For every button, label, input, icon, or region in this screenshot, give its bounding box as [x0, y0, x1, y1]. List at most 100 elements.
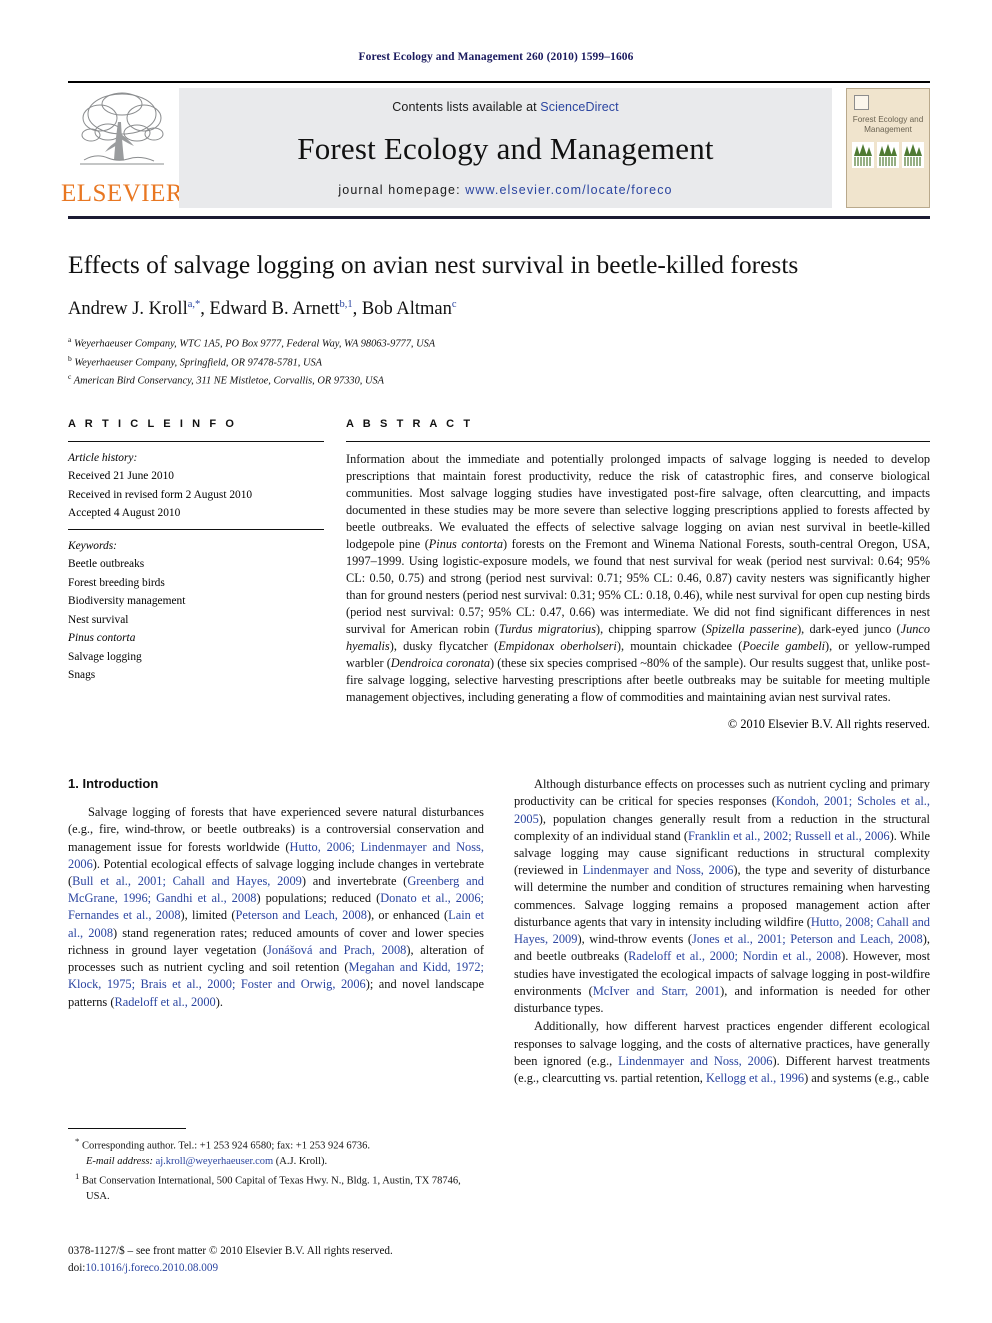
intro-paragraph-right-1: Although disturbance effects on processe… [514, 777, 931, 1016]
contents-prefix: Contents lists available at [392, 100, 537, 114]
affiliation-list: a Weyerhaeuser Company, WTC 1A5, PO Box … [68, 334, 930, 390]
author-name: Bob Altman [361, 299, 452, 320]
footnote-corresponding-author: * Corresponding author. Tel.: +1 253 924… [68, 1135, 468, 1170]
abstract-column: A B S T R A C T Information about the im… [346, 418, 930, 732]
affiliation-text: Weyerhaeuser Company, WTC 1A5, PO Box 97… [73, 338, 436, 350]
article-info-heading: A R T I C L E I N F O [68, 417, 237, 430]
author-name: Andrew J. Kroll [68, 299, 188, 320]
doi-line: doi:10.1016/j.foreco.2010.08.009 [68, 1260, 393, 1277]
introduction-heading: 1. Introduction [68, 776, 159, 792]
author-name: Edward B. Arnett [209, 299, 340, 320]
author-list: Andrew J. Krolla,*, Edward B. Arnettb,1,… [68, 299, 930, 320]
article-history-group: Article history: Received 21 June 2010 R… [68, 442, 324, 529]
body-column-right: Although disturbance effects on processe… [514, 776, 930, 1088]
citation-link[interactable]: Jonášová and Prach, 2008 [267, 943, 406, 957]
elsevier-tree-icon [80, 92, 164, 165]
keyword-item: Biodiversity management [68, 595, 186, 608]
citation-link[interactable]: Lindenmayer and Noss, 2006 [583, 863, 734, 877]
sciencedirect-link[interactable]: ScienceDirect [540, 100, 618, 114]
affiliation-item: c American Bird Conservancy, 311 NE Mist… [68, 371, 930, 390]
footnote-block: * Corresponding author. Tel.: +1 253 924… [68, 1128, 468, 1205]
citation-link[interactable]: Lindenmayer and Noss, 2006 [618, 1054, 772, 1068]
affiliation-mark: a [68, 335, 72, 345]
contents-list-line: Contents lists available at ScienceDirec… [392, 100, 618, 114]
elsevier-logo: ELSEVIER [61, 88, 183, 208]
footnote-present-address: 1 Bat Conservation International, 500 Ca… [68, 1170, 468, 1205]
citation-link[interactable]: Franklin et al., 2002; Russell et al., 2… [688, 829, 890, 843]
affiliation-item: a Weyerhaeuser Company, WTC 1A5, PO Box … [68, 334, 930, 353]
keyword-item: Nest survival [68, 613, 129, 626]
doi-label: doi: [68, 1261, 86, 1274]
journal-banner: Contents lists available at ScienceDirec… [179, 88, 832, 208]
keyword-item: Beetle outbreaks [68, 558, 145, 571]
affiliation-mark: b [68, 353, 72, 363]
homepage-link[interactable]: www.elsevier.com/locate/foreco [465, 183, 672, 197]
keyword-item: Snags [68, 668, 96, 681]
affiliation-item: b Weyerhaeuser Company, Springfield, OR … [68, 353, 930, 372]
article-title-block: Effects of salvage logging on avian nest… [68, 249, 930, 390]
present-address-text: Bat Conservation International, 500 Capi… [82, 1175, 461, 1203]
citation-link[interactable]: Jones et al., 2001; Peterson and Leach, … [692, 932, 923, 946]
author-marks[interactable]: c [452, 299, 457, 310]
history-revised: Received in revised form 2 August 2010 [68, 488, 253, 501]
author-entry: Bob Altmanc [362, 299, 457, 319]
footnote-mark-asterisk: * [75, 1136, 80, 1146]
body-columns: 1. Introduction Salvage logging of fores… [68, 776, 930, 1088]
cover-title-text: Forest Ecology and Management [852, 115, 924, 135]
keywords-label: Keywords: [68, 539, 117, 552]
cover-tree-icon-1 [852, 141, 874, 168]
cover-logo-icon [854, 95, 869, 110]
intro-paragraph-right-2: Additionally, how different harvest prac… [514, 1019, 931, 1086]
article-title: Effects of salvage logging on avian nest… [68, 250, 799, 279]
corresponding-author-text: Corresponding author. Tel.: +1 253 924 6… [82, 1140, 370, 1152]
journal-article-page: Forest Ecology and Management 260 (2010)… [0, 0, 992, 1323]
author-marks[interactable]: b,1 [340, 299, 353, 310]
citation-link[interactable]: Bull et al., 2001; Cahall and Hayes, 200… [72, 874, 302, 888]
abstract-heading: A B S T R A C T [346, 417, 474, 430]
homepage-prefix: journal homepage: [338, 183, 461, 197]
masthead-bottom-rule [68, 216, 930, 219]
author-separator: , [352, 299, 362, 320]
footnote-mark-1: 1 [75, 1171, 80, 1181]
citation-link[interactable]: Peterson and Leach, 2008 [235, 908, 366, 922]
author-marks[interactable]: a,* [188, 299, 201, 310]
journal-title: Forest Ecology and Management [297, 131, 714, 166]
elsevier-wordmark: ELSEVIER [60, 180, 184, 207]
imprint-block: 0378-1127/$ – see front matter © 2010 El… [68, 1243, 393, 1277]
article-history-label: Article history: [68, 451, 138, 464]
citation-link[interactable]: Radeloff et al., 2000; Nordin et al., 20… [628, 949, 841, 963]
cover-tree-panels [847, 141, 929, 168]
doi-link[interactable]: 10.1016/j.foreco.2010.08.009 [85, 1262, 218, 1274]
keywords-group: Keywords: Beetle outbreaks Forest breedi… [68, 530, 324, 691]
running-head: Forest Ecology and Management 260 (2010)… [358, 51, 634, 63]
abstract-text: Information about the immediate and pote… [346, 451, 931, 705]
history-received: Received 21 June 2010 [68, 470, 174, 483]
affiliation-text: Weyerhaeuser Company, Springfield, OR 97… [74, 357, 323, 369]
email-label: E-mail address: [86, 1156, 153, 1168]
keyword-item: Pinus contorta [68, 632, 136, 645]
article-info-column: A R T I C L E I N F O Article history: R… [68, 418, 324, 732]
footnote-rule [68, 1128, 186, 1129]
affiliation-text: American Bird Conservancy, 311 NE Mistle… [73, 375, 385, 387]
email-link[interactable]: aj.kroll@weyerhaeuser.com [156, 1156, 274, 1167]
keyword-item: Salvage logging [68, 650, 142, 663]
author-separator: , [200, 299, 210, 320]
affiliation-mark: c [68, 372, 72, 382]
journal-homepage-line: journal homepage: www.elsevier.com/locat… [338, 183, 672, 197]
keyword-item: Forest breeding birds [68, 576, 165, 589]
journal-cover-thumbnail: Forest Ecology and Management [846, 88, 930, 208]
journal-masthead: ELSEVIER Contents lists available at Sci… [61, 81, 930, 208]
citation-link[interactable]: McIver and Starr, 2001 [593, 984, 720, 998]
citation-link[interactable]: Kellogg et al., 1996 [706, 1071, 804, 1085]
front-matter-line: 0378-1127/$ – see front matter © 2010 El… [68, 1245, 393, 1257]
body-column-left: 1. Introduction Salvage logging of fores… [68, 776, 484, 1088]
cover-tree-icon-2 [877, 141, 899, 168]
citation-link[interactable]: Radeloff et al., 2000 [114, 995, 215, 1009]
info-abstract-region: A R T I C L E I N F O Article history: R… [68, 418, 930, 732]
history-accepted: Accepted 4 August 2010 [68, 507, 181, 520]
author-entry: Andrew J. Krolla,* [68, 299, 200, 319]
copyright-line: © 2010 Elsevier B.V. All rights reserved… [727, 717, 930, 732]
intro-paragraph-left: Salvage logging of forests that have exp… [68, 805, 485, 1009]
email-suffix: (A.J. Kroll). [275, 1156, 328, 1168]
author-entry: Edward B. Arnettb,1 [210, 299, 353, 319]
